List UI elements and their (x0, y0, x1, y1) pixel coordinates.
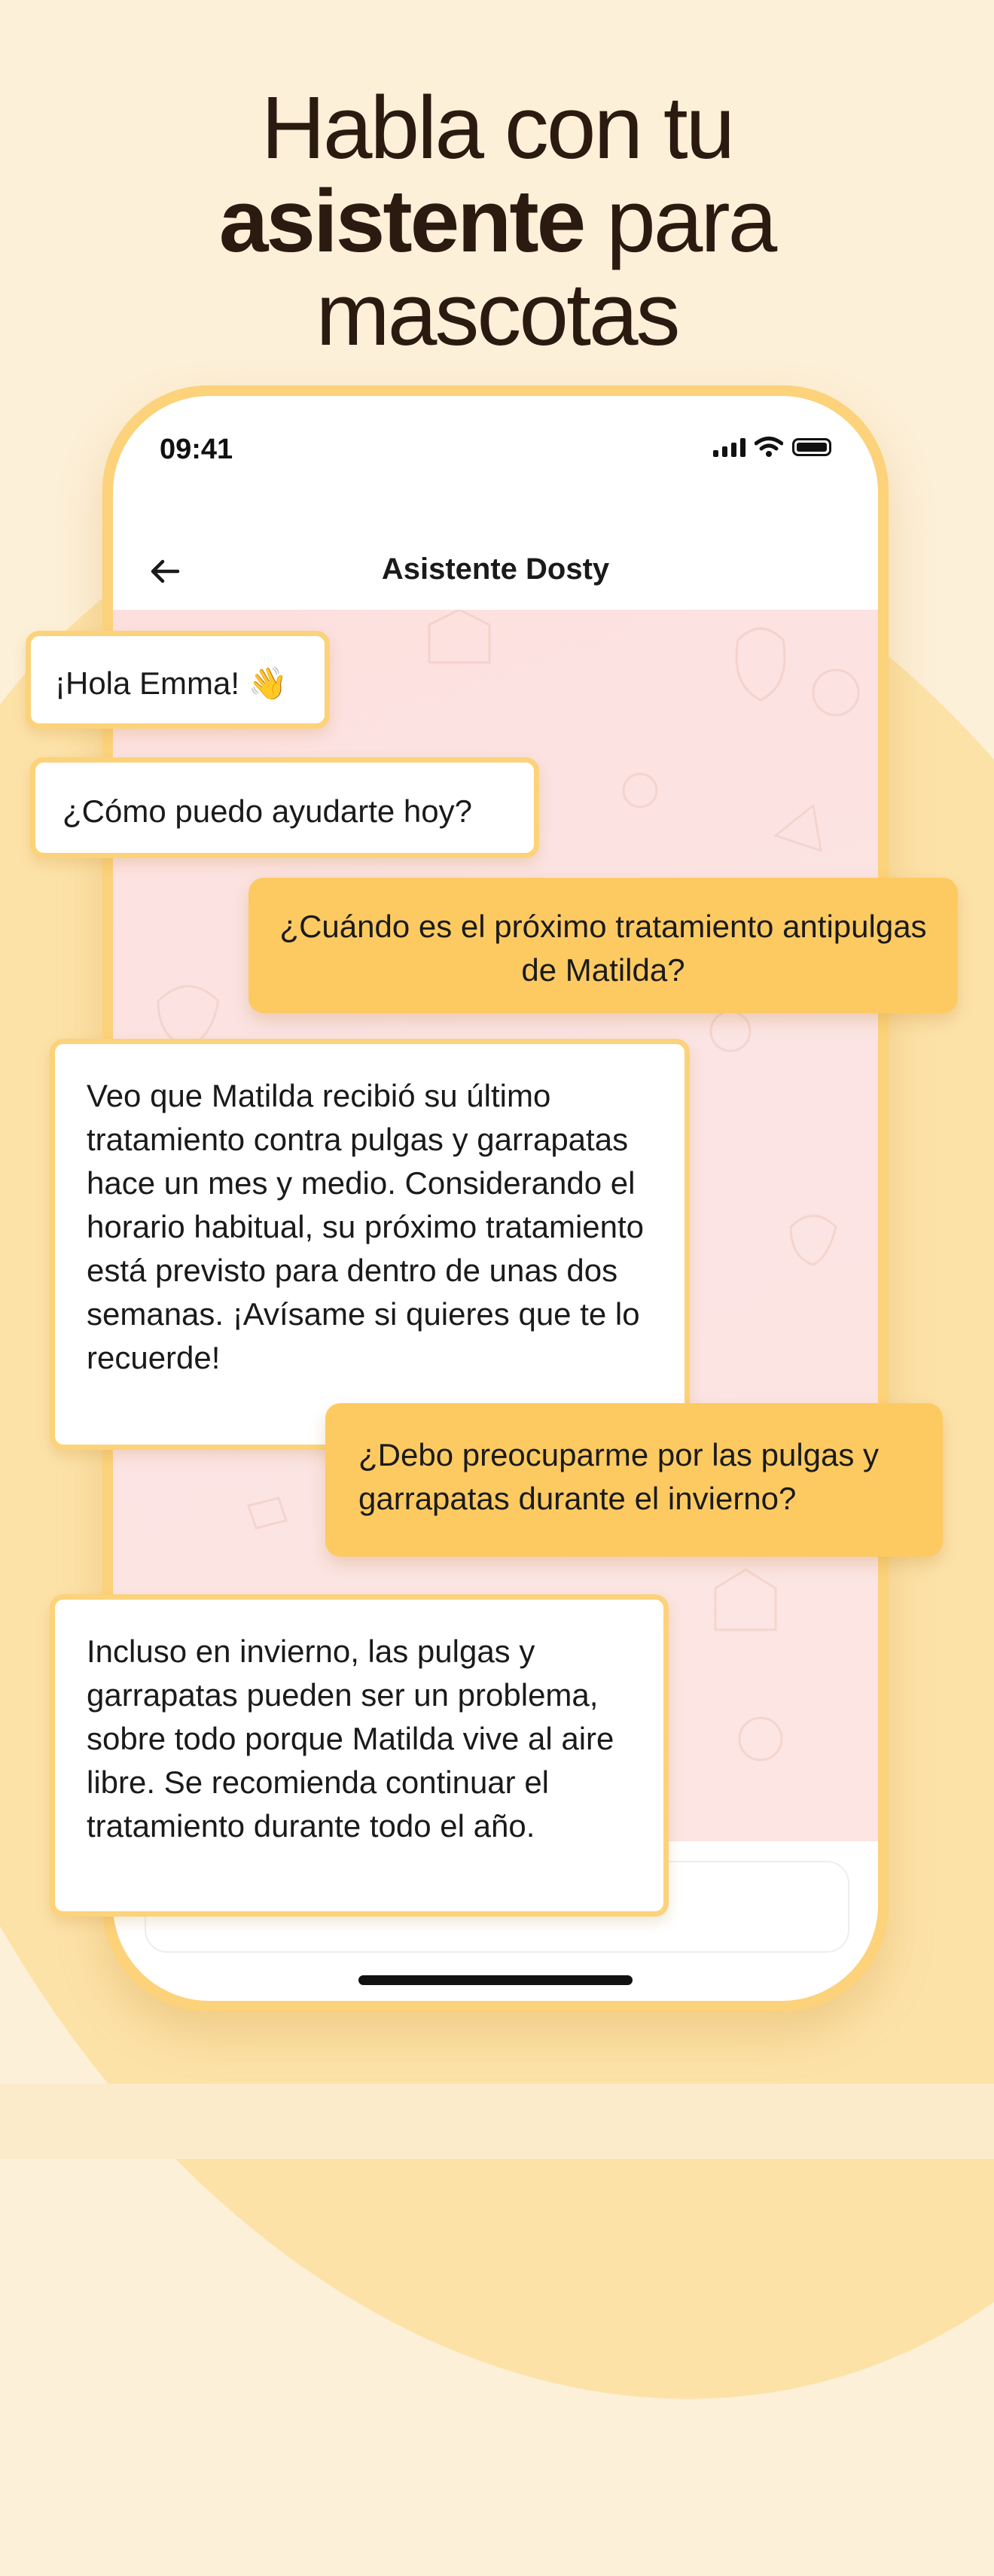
nav-bar: Asistente Dosty (113, 531, 878, 610)
headline: Habla con tu asistente para mascotas (0, 81, 994, 361)
headline-line-2-rest: para (584, 172, 777, 271)
assistant-message-3: Veo que Matilda recibió su último tratam… (50, 1039, 690, 1450)
battery-icon (792, 438, 831, 456)
assistant-message-2: ¿Cómo puedo ayudarte hoy? (30, 757, 539, 858)
headline-line-3: mascotas (316, 265, 681, 364)
home-indicator[interactable] (358, 1975, 633, 1985)
headline-line-1: Habla con tu (261, 78, 736, 178)
user-message-2: ¿Debo preocuparme por las pulgas y garra… (325, 1403, 943, 1557)
headline-bold-word: asistente (218, 172, 587, 271)
nav-title: Asistente Dosty (381, 553, 610, 586)
background-footer-band (0, 2084, 994, 2159)
cellular-signal-icon (713, 437, 746, 457)
status-icons (713, 437, 831, 458)
wifi-icon (755, 437, 783, 457)
headline-line-2: asistente para (0, 175, 994, 268)
user-message-1: ¿Cuándo es el próximo tratamiento antipu… (248, 878, 958, 1013)
assistant-message-1: ¡Hola Emma! 👋 (26, 631, 330, 729)
assistant-message-4: Incluso en invierno, las pulgas y garrap… (50, 1594, 669, 1917)
status-time: 09:41 (160, 434, 233, 465)
